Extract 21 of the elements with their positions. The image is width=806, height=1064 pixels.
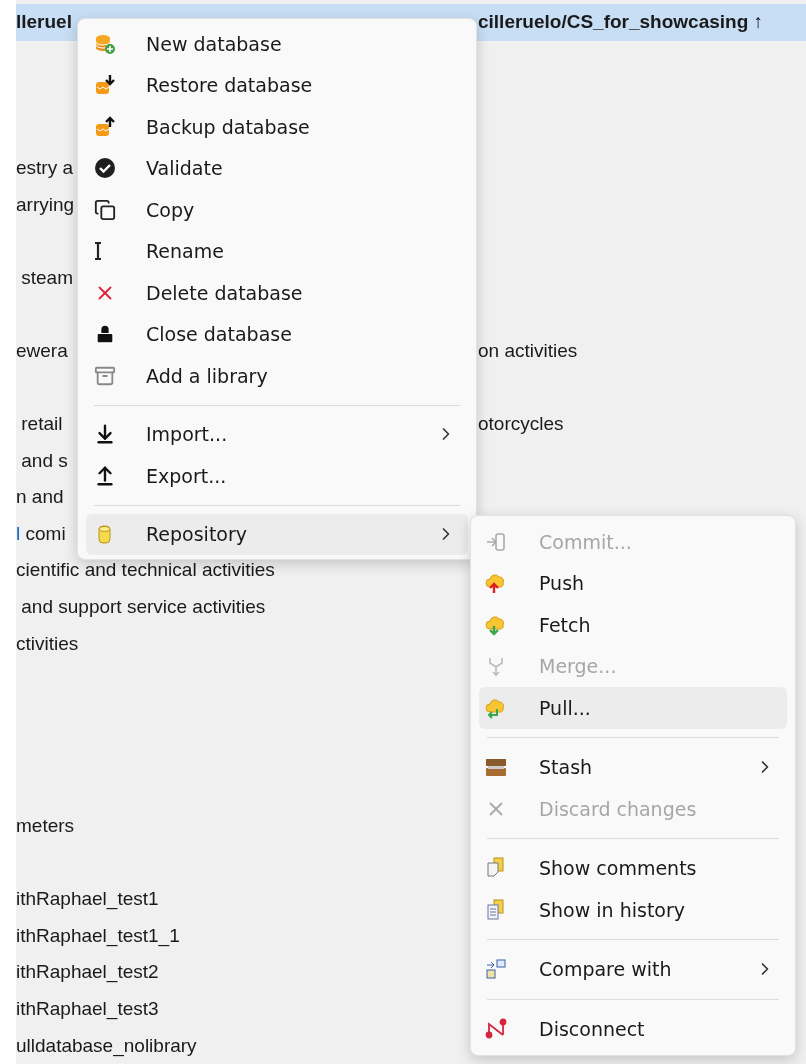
- tree-item-text: ithRaphael_test1_1: [16, 924, 180, 947]
- tree-item-text: meters: [16, 815, 75, 838]
- tree-item-text: arrying: [16, 194, 75, 216]
- tree-item-text: on activities: [478, 340, 578, 363]
- tree-item-text: l comi: [16, 522, 66, 545]
- tree-item-text: estry a: [16, 157, 74, 180]
- tree-item-text: cientific and technical activities: [16, 559, 275, 582]
- tree-item-text: and support service activities: [20, 596, 266, 618]
- tree-item-text: cilleruelo/CS_for_showcasing ↑: [478, 11, 764, 34]
- tree-item-text: ithRaphael_test2: [16, 961, 159, 984]
- tree-item-text: ctivities: [16, 632, 79, 655]
- tree-item-text: ithRaphael_test1: [16, 888, 159, 911]
- tree-item-text: lleruel: [16, 11, 72, 34]
- tree-item-text: ewera: [16, 340, 68, 363]
- tree-item-text: retail: [20, 413, 63, 436]
- tree-item-text: and s: [20, 449, 68, 472]
- tree-item-text: ithRaphael_test3: [16, 998, 159, 1021]
- tree-item-text: ulldatabase_nolibrary: [16, 1034, 197, 1057]
- tree-item-text: otorcycles: [478, 413, 564, 436]
- tree-item-text: steam: [20, 267, 74, 290]
- tree-item-text: n and: [16, 486, 64, 509]
